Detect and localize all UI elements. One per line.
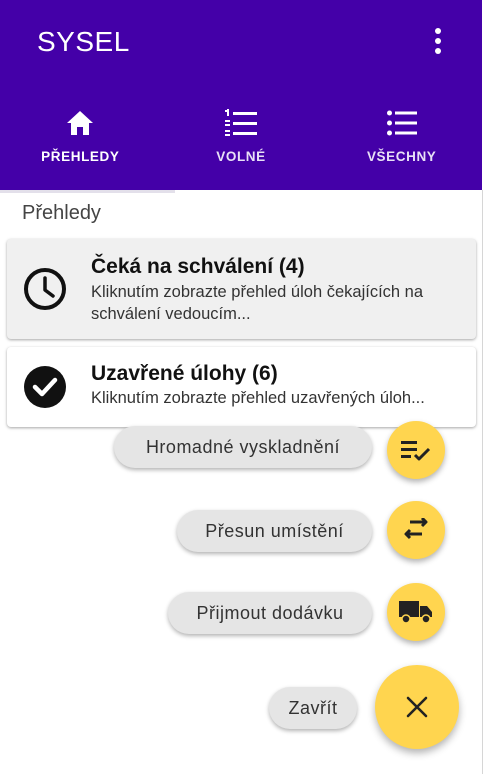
bulk-dispatch-button[interactable] <box>387 421 445 479</box>
app-screen: SYSEL PŘEHLEDY VOLNÉ VŠECHNY Přehledy Če… <box>0 0 483 774</box>
move-location-label[interactable]: Přesun umístění <box>177 510 372 552</box>
card-description: Kliknutím zobrazte přehled uzavřených úl… <box>91 389 425 407</box>
close-speed-dial-button[interactable] <box>375 665 459 749</box>
clock-icon <box>22 266 68 312</box>
home-icon <box>65 108 95 138</box>
section-title: Přehledy <box>22 202 101 224</box>
card-pending-approval[interactable]: Čeká na schválení (4) Kliknutím zobrazte… <box>7 239 476 339</box>
move-location-button[interactable] <box>387 501 445 559</box>
swap-arrows-icon <box>404 518 428 540</box>
close-icon <box>406 696 428 718</box>
more-vert-icon <box>435 28 441 54</box>
card-description: Kliknutím zobrazte přehled úloh čekající… <box>91 283 424 323</box>
tab-bar: PŘEHLEDY VOLNÉ VŠECHNY <box>0 95 482 193</box>
receive-delivery-label[interactable]: Přijmout dodávku <box>168 592 372 634</box>
check-circle-icon <box>22 364 68 410</box>
card-title: Uzavřené úlohy (6) <box>91 362 278 385</box>
tab-label: VŠECHNY <box>366 149 437 164</box>
app-title: SYSEL <box>37 26 130 57</box>
tab-volne[interactable]: VOLNÉ <box>161 95 322 190</box>
card-closed-tasks[interactable]: Uzavřené úlohy (6) Kliknutím zobrazte př… <box>7 347 476 427</box>
numbered-list-icon <box>225 108 257 138</box>
app-bar: SYSEL PŘEHLEDY VOLNÉ VŠECHNY <box>0 0 482 193</box>
tab-label: PŘEHLEDY <box>41 149 120 164</box>
more-menu-button[interactable] <box>424 26 452 56</box>
tab-prehledy[interactable]: PŘEHLEDY <box>0 95 175 193</box>
tab-vsechny[interactable]: VŠECHNY <box>321 95 482 190</box>
list-icon <box>386 108 417 138</box>
close-label[interactable]: Zavřít <box>269 687 357 729</box>
bulk-dispatch-label[interactable]: Hromadné vyskladnění <box>114 426 372 468</box>
active-tab-indicator <box>0 190 175 193</box>
truck-icon <box>399 601 432 624</box>
card-title: Čeká na schválení (4) <box>91 255 305 278</box>
playlist-check-icon <box>401 441 431 461</box>
tab-label: VOLNÉ <box>216 149 266 164</box>
receive-delivery-button[interactable] <box>387 583 445 641</box>
